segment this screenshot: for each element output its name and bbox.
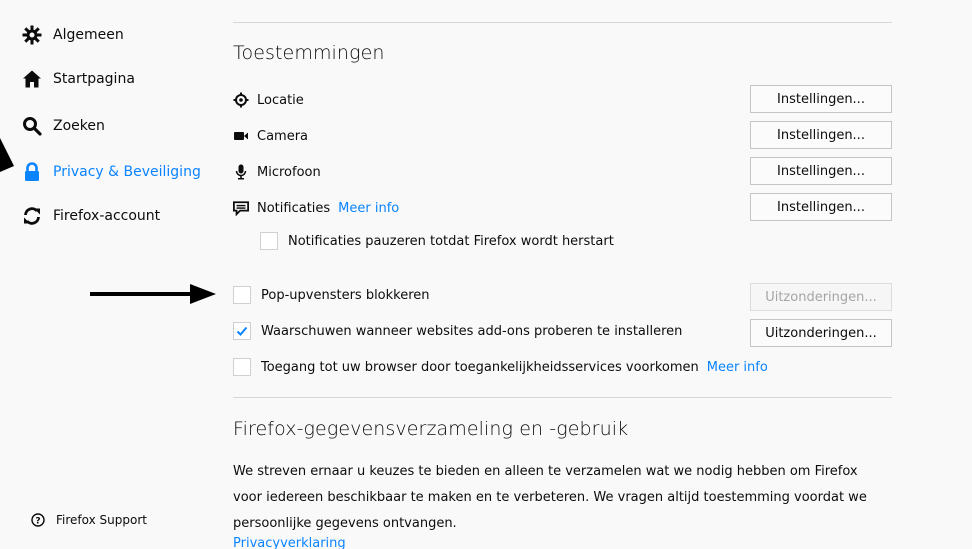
sidebar: Algemeen Startpagina Zoeken Privacy & Be…	[0, 0, 210, 549]
permission-label: Camera	[257, 128, 309, 144]
sidebar-item-privacy[interactable]: Privacy & Beveiliging	[22, 157, 201, 187]
gear-icon	[22, 25, 42, 45]
pause-notifications-label: Notificaties pauzeren totdat Firefox wor…	[288, 233, 614, 249]
sidebar-item-label: Algemeen	[53, 27, 124, 43]
block-accessibility-checkbox[interactable]	[233, 358, 251, 376]
sidebar-item-label: Startpagina	[53, 71, 135, 87]
divider	[233, 397, 892, 398]
permission-camera: Camera	[233, 124, 308, 148]
accessibility-option: Toegang tot uw browser door toegankelijk…	[233, 358, 768, 376]
privacy-statement-link[interactable]: Privacyverklaring	[233, 536, 346, 549]
addons-exceptions-button[interactable]: Uitzonderingen...	[750, 319, 892, 347]
warn-addons-checkbox[interactable]	[233, 322, 251, 340]
microphone-icon	[233, 164, 249, 180]
data-collection-title: Firefox-gegevensverzameling en -gebruik	[233, 418, 629, 440]
popups-exceptions-button[interactable]: Uitzonderingen...	[750, 283, 892, 311]
support-label: Firefox Support	[56, 513, 147, 527]
sidebar-item-zoeken[interactable]: Zoeken	[22, 111, 105, 141]
search-icon	[22, 116, 42, 136]
location-settings-button[interactable]: Instellingen...	[750, 85, 892, 113]
divider	[233, 22, 892, 23]
permissions-title: Toestemmingen	[233, 42, 385, 64]
svg-text:?: ?	[35, 517, 40, 527]
camera-settings-button[interactable]: Instellingen...	[750, 121, 892, 149]
block-popups-checkbox[interactable]	[233, 286, 251, 304]
permission-label: Notificaties	[257, 200, 331, 216]
permission-location: Locatie	[233, 88, 304, 112]
sidebar-item-startpagina[interactable]: Startpagina	[22, 64, 135, 94]
microphone-settings-button[interactable]: Instellingen...	[750, 157, 892, 185]
firefox-support-link[interactable]: ? Firefox Support	[30, 512, 147, 528]
permission-notifications: Notificaties Meer info	[233, 196, 399, 220]
popups-option: Pop-upvensters blokkeren	[233, 286, 430, 304]
lock-icon	[22, 162, 42, 182]
permission-label: Locatie	[257, 92, 304, 108]
location-icon	[233, 92, 249, 108]
sync-icon	[22, 206, 42, 226]
sidebar-item-algemeen[interactable]: Algemeen	[22, 20, 124, 50]
pause-notifications-checkbox[interactable]	[260, 232, 278, 250]
main-content: Toestemmingen Locatie Instellingen... Ca…	[233, 0, 892, 549]
block-popups-label: Pop-upvensters blokkeren	[261, 287, 430, 303]
warn-addons-label: Waarschuwen wanneer websites add-ons pro…	[261, 323, 683, 339]
notifications-settings-button[interactable]: Instellingen...	[750, 193, 892, 221]
notifications-more-info-link[interactable]: Meer info	[338, 201, 399, 216]
pause-notifications-option: Notificaties pauzeren totdat Firefox wor…	[260, 232, 614, 250]
sidebar-item-label: Firefox-account	[53, 208, 161, 224]
sidebar-item-label: Privacy & Beveiliging	[53, 164, 201, 180]
annotation-arrow	[90, 284, 216, 304]
home-icon	[22, 69, 42, 89]
sidebar-item-label: Zoeken	[53, 118, 105, 134]
data-collection-description: We streven ernaar u keuzes te bieden en …	[233, 464, 867, 531]
notification-icon	[233, 200, 249, 216]
permission-label: Microfoon	[257, 164, 321, 180]
annotation-arrow-left	[0, 138, 14, 172]
accessibility-more-info-link[interactable]: Meer info	[707, 360, 768, 375]
addons-option: Waarschuwen wanneer websites add-ons pro…	[233, 322, 682, 340]
block-accessibility-label: Toegang tot uw browser door toegankelijk…	[261, 359, 699, 375]
help-icon: ?	[30, 512, 46, 528]
sidebar-item-firefox-account[interactable]: Firefox-account	[22, 201, 160, 231]
camera-icon	[233, 128, 249, 144]
permission-microphone: Microfoon	[233, 160, 321, 184]
